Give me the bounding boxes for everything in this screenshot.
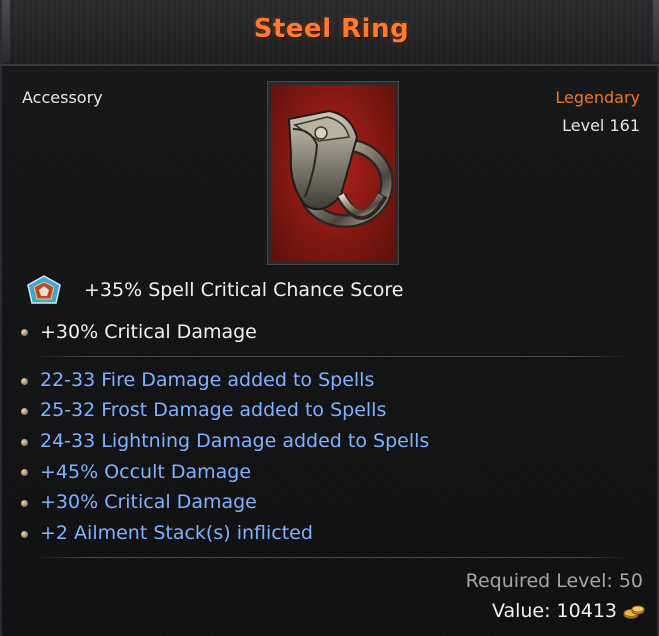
required-level: Required Level: 50 [465,570,643,592]
socket-gem-icon [27,275,61,304]
gold-coins-icon [623,605,645,619]
item-rarity: Legendary [555,88,640,107]
bullet-icon [21,378,28,385]
bullet-icon [21,531,28,538]
bullet-icon [21,469,28,476]
item-tooltip: Steel Ring Accessory Legendary Level 161 [0,0,659,636]
bullet-icon [21,500,28,507]
affix-stat: 25-32 Frost Damage added to Spells [40,399,387,421]
item-type: Accessory [22,88,103,107]
implicit-stat: +35% Spell Critical Chance Score [84,279,404,301]
affix-stat: +2 Ailment Stack(s) inflicted [40,522,313,544]
bullet-icon [21,439,28,446]
item-name: Steel Ring [253,14,410,44]
affix-stat: 22-33 Fire Damage added to Spells [40,369,375,391]
divider [32,557,630,558]
base-stat: +30% Critical Damage [40,321,257,343]
affix-stat: 24-33 Lightning Damage added to Spells [40,430,430,452]
bullet-icon [21,408,28,415]
item-value: Value: 10413 [492,600,645,622]
steel-ring-icon [287,109,394,228]
tooltip-header: Steel Ring [2,0,659,66]
item-icon-frame [267,81,399,265]
bullet-icon [21,329,28,336]
affix-stat: +30% Critical Damage [40,491,257,513]
value-label: Value: 10413 [491,600,617,622]
affix-stat: +45% Occult Damage [40,461,252,483]
divider [32,356,630,357]
item-level: Level 161 [562,116,640,135]
